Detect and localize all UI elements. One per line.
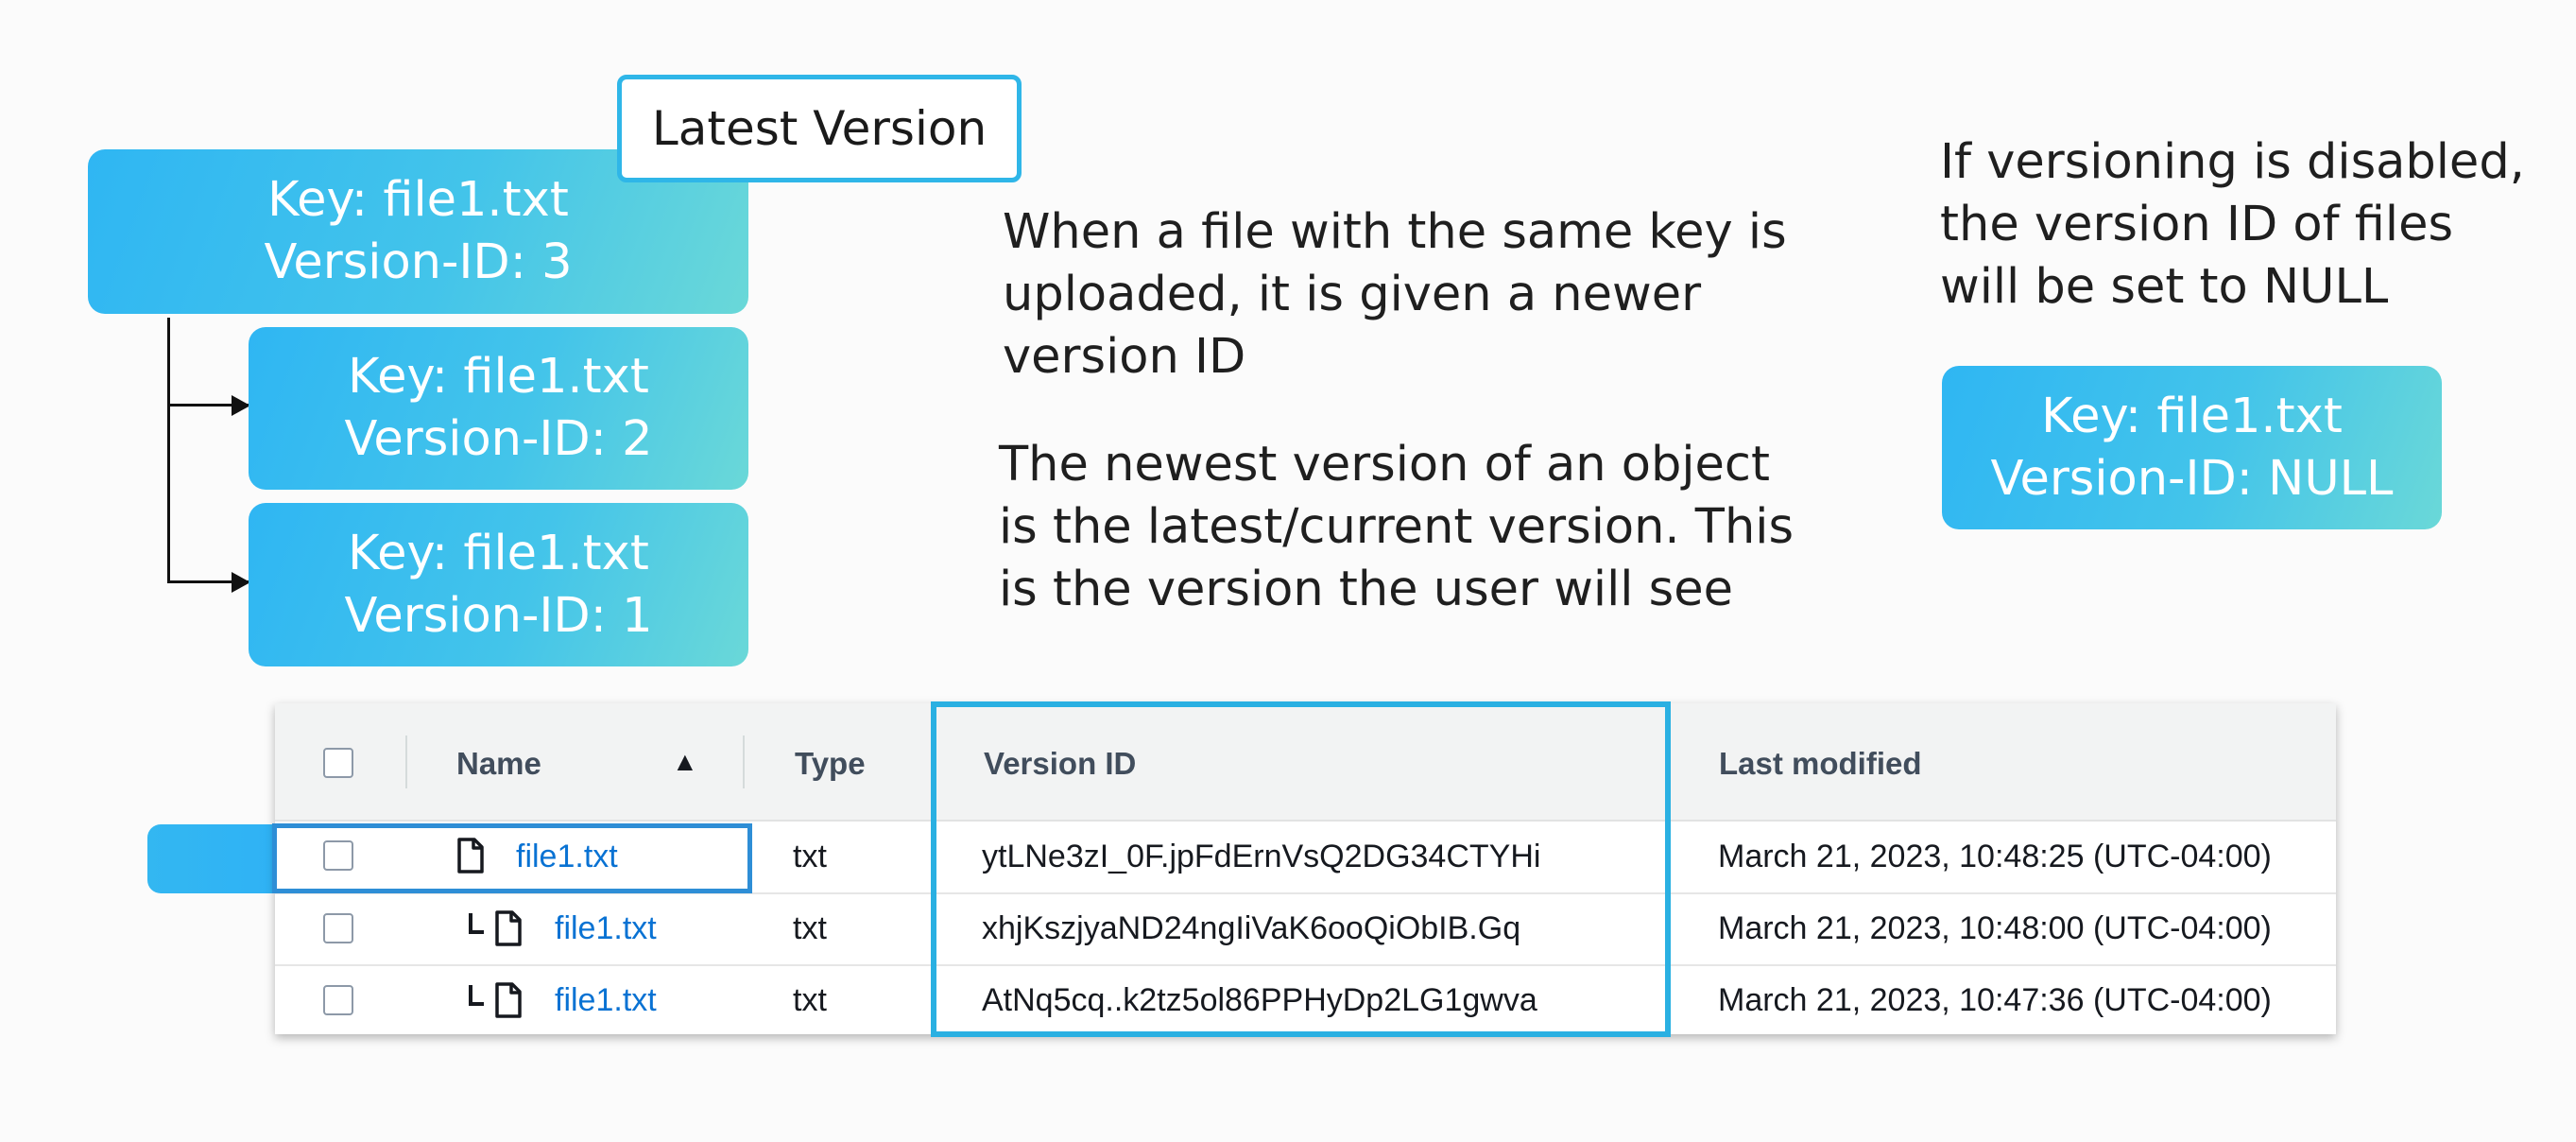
key-box-version-1: Key: file1.txt Version-ID: 1 <box>249 503 748 666</box>
last-modified-value: March 21, 2023, 10:48:25 (UTC-04:00) <box>1718 839 2272 874</box>
file-type: txt <box>793 910 827 946</box>
key-box-version-null: Key: file1.txt Version-ID: NULL <box>1942 366 2442 529</box>
row-checkbox[interactable] <box>323 985 353 1015</box>
file-name-link[interactable]: file1.txt <box>555 910 657 947</box>
current-row-marker <box>147 824 277 893</box>
column-header-type[interactable]: Type <box>795 746 866 782</box>
child-version-indicator-icon <box>469 913 484 934</box>
arrow-right-icon <box>232 572 250 593</box>
key-label: Key: file1.txt <box>348 525 649 581</box>
file-type: txt <box>793 982 827 1018</box>
key-box-version-2: Key: file1.txt Version-ID: 2 <box>249 327 748 490</box>
file-icon <box>495 910 522 946</box>
column-header-name[interactable]: Name <box>456 746 541 782</box>
versioning-disabled-explanation: If versioning is disabled, the version I… <box>1940 134 2525 315</box>
last-modified-value: March 21, 2023, 10:47:36 (UTC-04:00) <box>1718 982 2272 1018</box>
latest-name-highlight <box>272 823 752 893</box>
version-label: Version-ID: 1 <box>344 587 653 644</box>
child-version-indicator-icon <box>469 985 484 1006</box>
select-all-checkbox[interactable] <box>323 748 353 778</box>
column-divider <box>405 735 407 788</box>
version-label: Version-ID: 2 <box>344 411 653 467</box>
key-label: Key: file1.txt <box>348 349 649 405</box>
tree-connector-line <box>167 318 170 583</box>
new-version-explanation: When a file with the same key is uploade… <box>1003 204 1787 385</box>
sort-ascending-icon[interactable]: ▲ <box>672 747 698 777</box>
key-label: Key: file1.txt <box>2041 388 2343 444</box>
version-label: Version-ID: 3 <box>264 234 573 290</box>
arrow-right-icon <box>232 395 250 416</box>
column-divider <box>743 735 745 788</box>
column-header-last-modified[interactable]: Last modified <box>1719 746 1922 782</box>
version-id-column-highlight <box>931 701 1671 1037</box>
row-checkbox[interactable] <box>323 913 353 943</box>
latest-version-tag: Latest Version <box>617 75 1022 182</box>
version-label: Version-ID: NULL <box>1990 450 2394 507</box>
file-icon <box>495 982 522 1018</box>
file-type: txt <box>793 839 827 874</box>
file-name-link[interactable]: file1.txt <box>555 982 657 1019</box>
key-label: Key: file1.txt <box>267 172 569 228</box>
latest-version-explanation: The newest version of an object is the l… <box>999 437 1795 617</box>
last-modified-value: March 21, 2023, 10:48:00 (UTC-04:00) <box>1718 910 2272 946</box>
